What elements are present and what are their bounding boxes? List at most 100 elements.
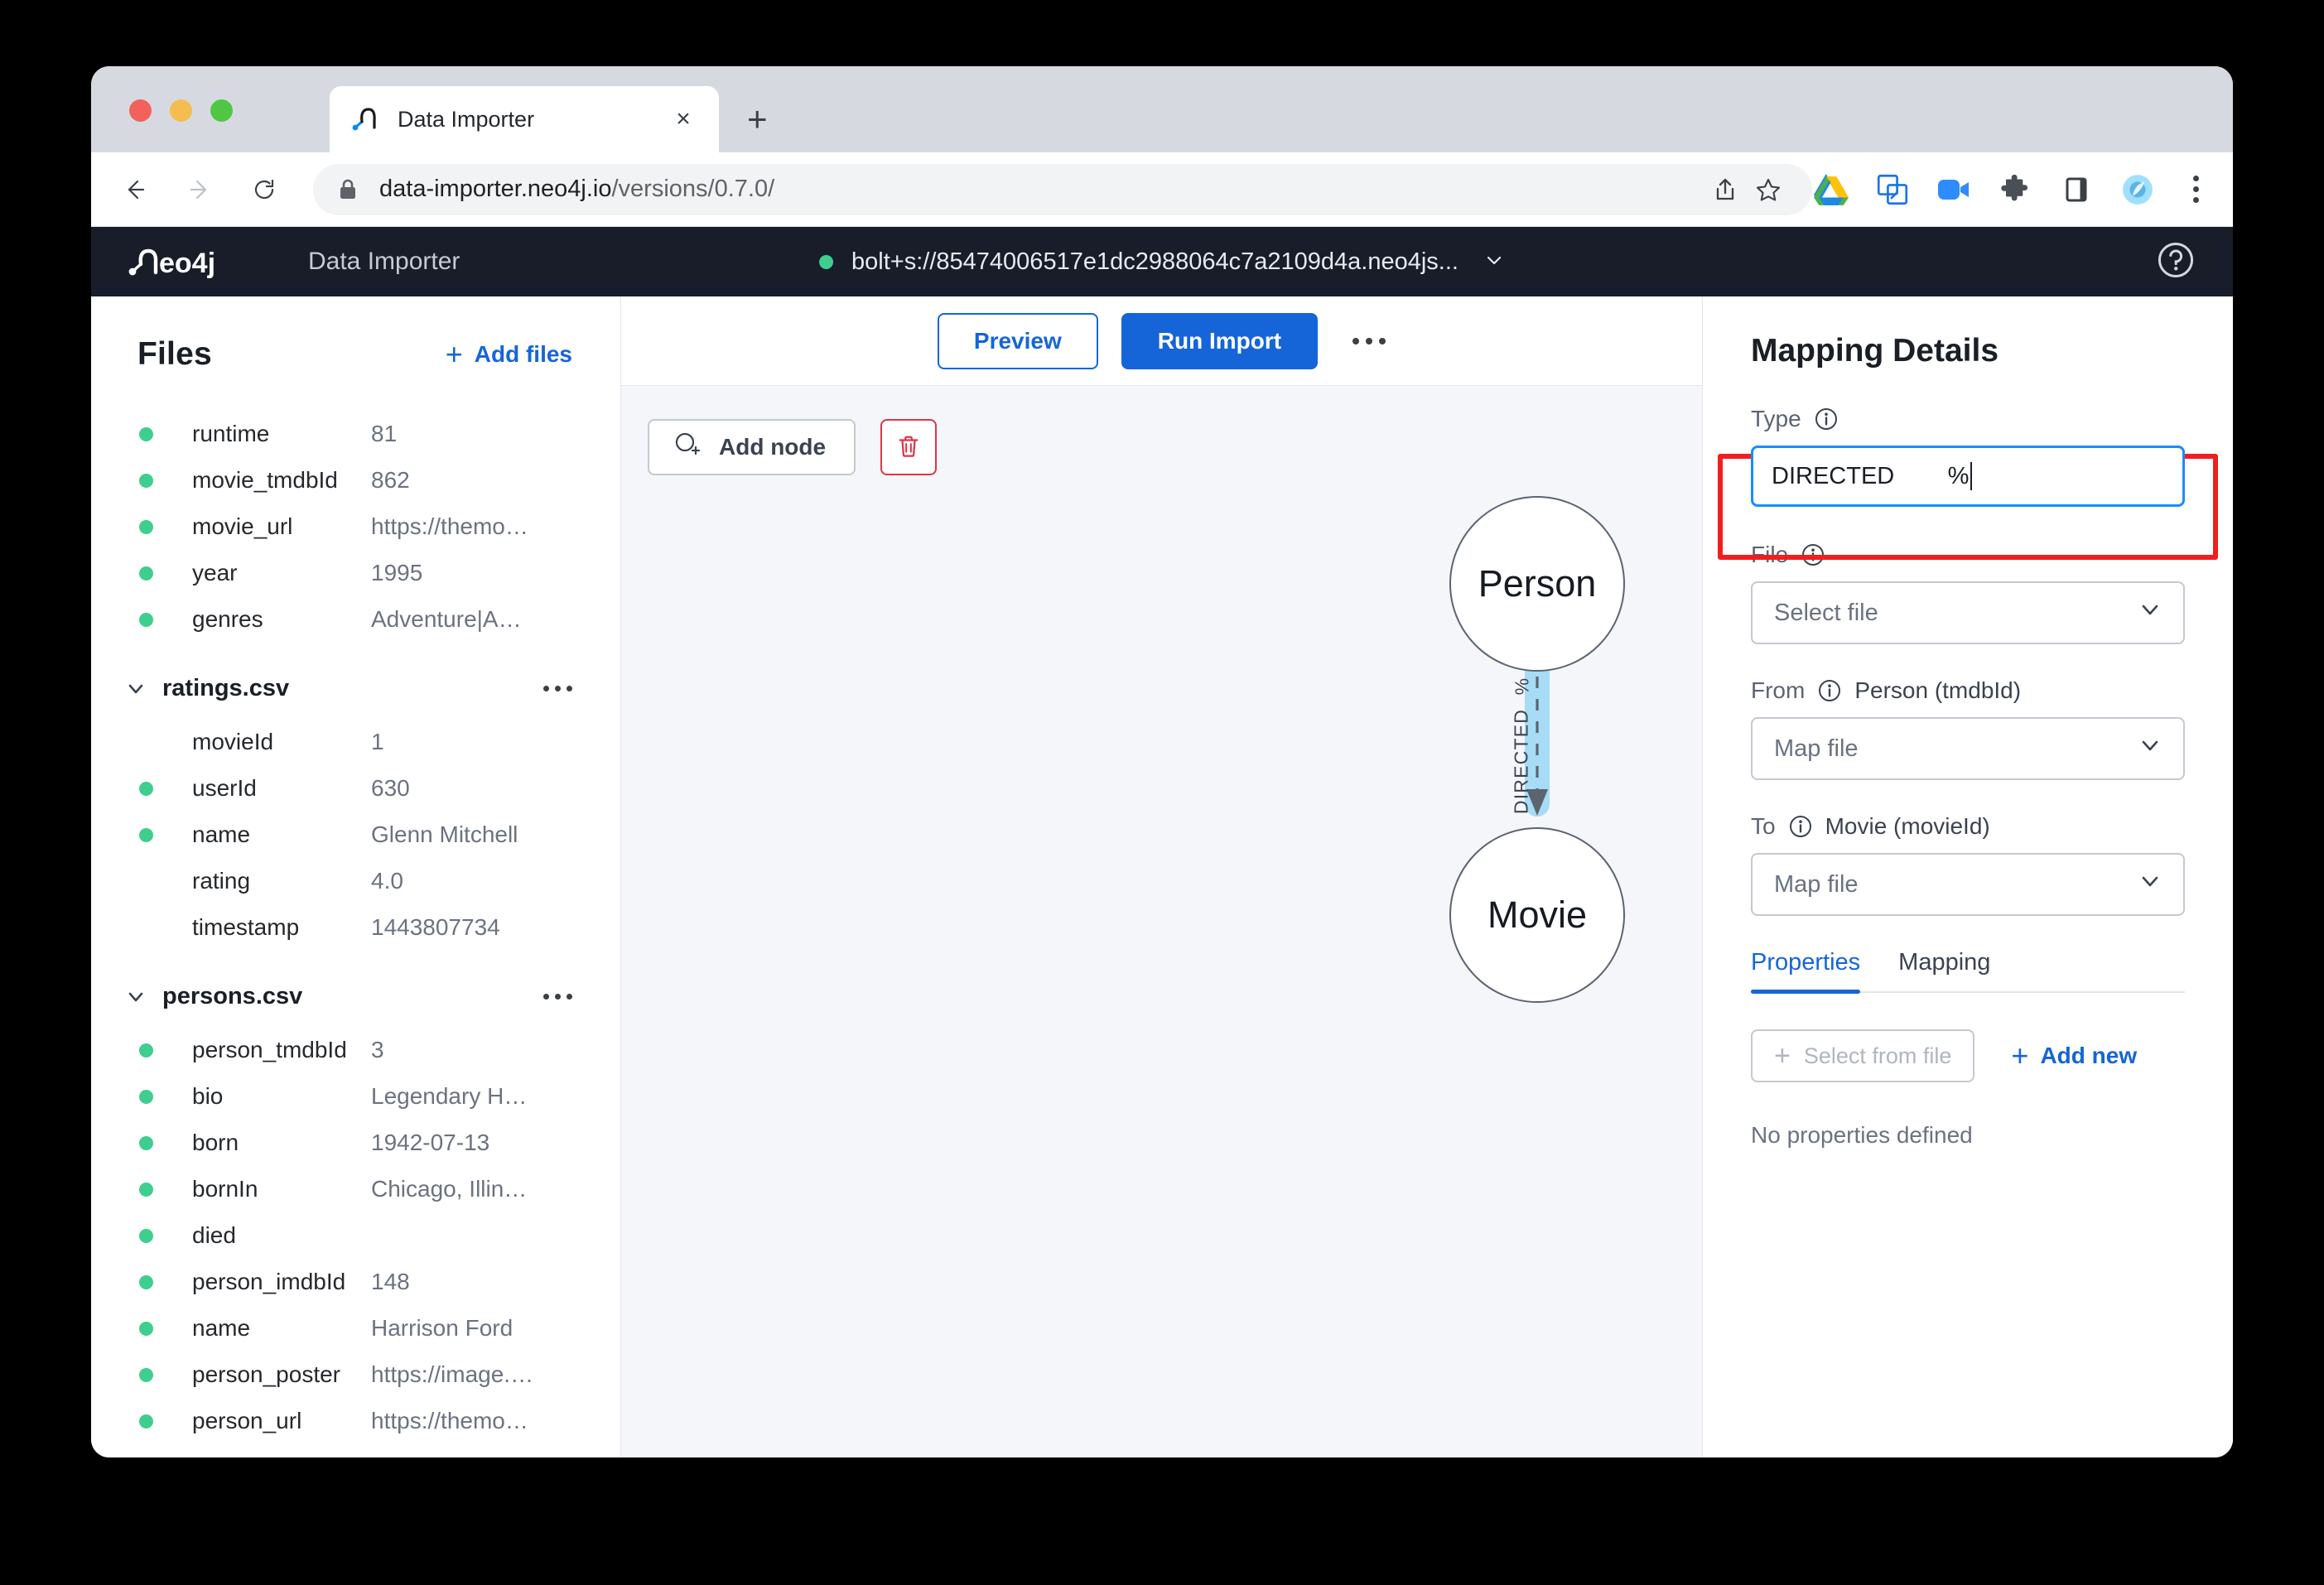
field-mapped-dot-icon [137, 612, 154, 627]
from-label: From [1751, 677, 1806, 703]
url-bar[interactable]: data-importer.neo4j.io/versions/0.7.0/ [313, 163, 1812, 215]
file-field-row[interactable]: runtime 81 [91, 411, 620, 457]
delete-button[interactable] [880, 419, 938, 475]
file-group-menu-kebab-icon[interactable] [543, 685, 572, 691]
bookmark-star-icon[interactable] [1749, 171, 1787, 209]
add-files-label: Add files [474, 341, 572, 367]
file-field-row[interactable]: genres Adventure|A… [91, 596, 620, 643]
file-field-row[interactable]: person_imdbId 148 [91, 1259, 620, 1305]
chevron-down-icon[interactable] [121, 985, 151, 1008]
add-node-label: Add node [719, 434, 827, 460]
file-field-value: 1942-07-13 [371, 1130, 490, 1155]
file-field-row[interactable]: movieId 1 [91, 719, 620, 765]
text-cursor [1970, 462, 1973, 490]
file-group-header[interactable]: persons.csv [91, 966, 620, 1027]
mapping-details-title: Mapping Details [1751, 333, 1999, 369]
file-field-row[interactable]: bornIn Chicago, Illin… [91, 1166, 620, 1212]
chevron-down-icon[interactable] [121, 677, 151, 700]
file-select-value: Select file [1774, 599, 1878, 626]
file-field-row[interactable]: movie_tmdbId 862 [91, 457, 620, 503]
trash-icon [895, 433, 922, 462]
window-traffic-lights [129, 99, 233, 122]
graph-node-label: Person [1478, 562, 1597, 605]
file-field-row[interactable]: name Harrison Ford [91, 1305, 620, 1351]
extensions-puzzle-icon[interactable] [1996, 171, 2034, 209]
minimize-window-button[interactable] [170, 99, 192, 122]
files-panel: Files + Add files runtime 81 movie_tmdbId 8… [91, 296, 621, 1457]
select-from-file-button[interactable]: + Select from file [1751, 1029, 1975, 1082]
back-arrow-icon[interactable] [111, 166, 159, 214]
type-label: Type [1751, 406, 1801, 431]
file-group-header[interactable]: ratings.csv [91, 658, 620, 719]
info-icon[interactable] [1815, 407, 1838, 431]
chrome-menu-kebab-icon[interactable] [2180, 176, 2211, 203]
app-header: eo4j Data Importer bolt+s://85474006517e… [91, 227, 2233, 296]
file-field-value: 1 [371, 729, 384, 754]
file-field-name: rating [192, 868, 251, 894]
file-field-name: born [192, 1130, 239, 1155]
run-import-button[interactable]: Run Import [1121, 312, 1319, 369]
help-circle-icon[interactable] [2157, 241, 2195, 283]
share-icon[interactable] [1706, 171, 1744, 209]
file-field-name: died [192, 1222, 236, 1248]
file-field-row[interactable]: person_poster https://image.… [91, 1351, 620, 1398]
file-field-value: 148 [371, 1269, 410, 1294]
file-field-value: 1995 [371, 560, 423, 585]
files-panel-title: Files [137, 336, 212, 372]
add-new-property-button[interactable]: + Add new [2011, 1041, 2137, 1071]
connection-selector[interactable]: bolt+s://85474006517e1dc2988064c7a2109d4… [819, 248, 1505, 276]
file-field-row[interactable]: person_url https://themo… [91, 1398, 620, 1444]
graph-node-person[interactable]: Person [1449, 496, 1625, 672]
file-field-row[interactable]: born 1942-07-13 [91, 1120, 620, 1166]
preview-button[interactable]: Preview [937, 312, 1098, 369]
add-node-icon [673, 431, 701, 465]
close-tab-button[interactable]: × [669, 107, 697, 132]
file-field-value: https://image.… [371, 1361, 534, 1387]
maximize-window-button[interactable] [210, 99, 233, 122]
from-map-file-select[interactable]: Map file [1751, 717, 2185, 780]
file-field-row[interactable]: year 1995 [91, 550, 620, 596]
file-field-row[interactable]: name Glenn Mitchell [91, 812, 620, 858]
tab-mapping[interactable]: Mapping [1898, 949, 1990, 991]
zoom-icon[interactable] [1935, 171, 1973, 209]
new-tab-button[interactable]: + [747, 102, 768, 137]
file-field-row[interactable]: died [91, 1212, 620, 1259]
from-select-value: Map file [1774, 735, 1859, 762]
canvas-more-options-kebab-icon[interactable] [1352, 337, 1386, 344]
file-field-row[interactable]: person_tmdbId 3 [91, 1027, 620, 1073]
select-from-file-label: Select from file [1803, 1043, 1952, 1068]
file-field-row[interactable]: userId 630 [91, 765, 620, 812]
chevron-down-icon[interactable] [1483, 249, 1505, 275]
to-map-file-select[interactable]: Map file [1751, 853, 2185, 916]
graph-node-movie[interactable]: Movie [1449, 827, 1625, 1003]
file-field-row[interactable]: movie_url https://themo… [91, 503, 620, 550]
graph-canvas[interactable]: Add node % DIRECTED Person Movie [621, 386, 2120, 1457]
file-group-menu-kebab-icon[interactable] [543, 993, 572, 1000]
browser-tab[interactable]: Data Importer × [330, 86, 719, 152]
file-field-row[interactable]: timestamp 1443807734 [91, 904, 620, 951]
chevron-down-icon [2138, 598, 2162, 628]
add-node-button[interactable]: Add node [648, 419, 856, 475]
file-select[interactable]: Select file [1751, 581, 2185, 644]
close-window-button[interactable] [129, 99, 152, 122]
file-field-row[interactable]: rating 4.0 [91, 858, 620, 904]
profile-avatar-icon[interactable] [2119, 171, 2157, 209]
info-icon[interactable] [1789, 815, 1812, 838]
side-panel-icon[interactable] [2057, 171, 2095, 209]
browser-addressbar: data-importer.neo4j.io/versions/0.7.0/ [91, 152, 2233, 227]
screen-capture-icon[interactable] [1873, 171, 1912, 209]
chevron-down-icon [2138, 870, 2162, 899]
info-icon[interactable] [1818, 679, 1841, 702]
file-field-row[interactable]: bio Legendary H… [91, 1073, 620, 1120]
file-field-name: movieId [192, 729, 274, 754]
reload-icon[interactable] [240, 166, 288, 214]
file-field-name: userId [192, 775, 257, 801]
google-drive-icon[interactable] [1812, 171, 1850, 209]
type-input[interactable]: DIRECTED % [1751, 446, 2185, 507]
field-mapped-dot-icon [137, 1414, 154, 1428]
tab-properties[interactable]: Properties [1751, 949, 1861, 994]
info-icon[interactable] [1801, 543, 1825, 566]
to-field-label-row: To Movie (movieId) [1751, 813, 2185, 840]
forward-arrow-icon[interactable] [176, 166, 224, 214]
add-files-button[interactable]: + Add files [446, 340, 572, 369]
